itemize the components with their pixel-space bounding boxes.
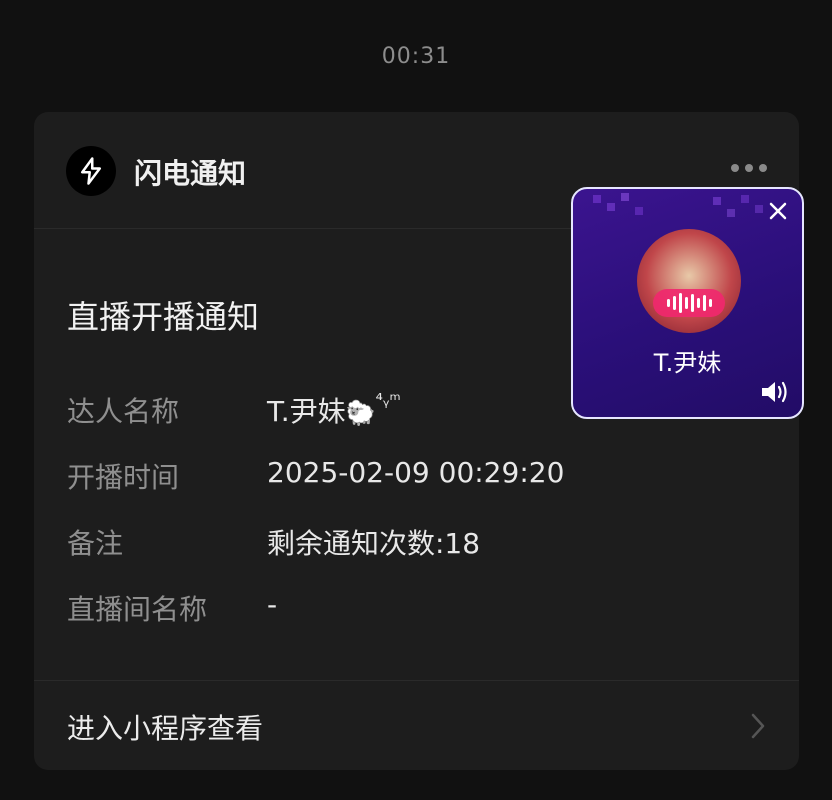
detail-label: 直播间名称	[67, 593, 208, 626]
lightning-icon	[66, 146, 116, 196]
streamer-name-tail: ⁴ᵧᵐ	[375, 390, 401, 411]
detail-value: T.尹妹🐑⁴ᵧᵐ	[267, 390, 401, 430]
speaker-icon[interactable]	[760, 379, 790, 405]
detail-value: 2025-02-09 00:29:20	[267, 456, 565, 489]
live-audio-wave-icon	[653, 289, 725, 317]
player-streamer-name: T.尹妹	[653, 349, 722, 377]
status-time: 00:31	[381, 44, 451, 69]
detail-label: 开播时间	[67, 461, 180, 494]
sheep-emoji: 🐑	[345, 399, 376, 427]
notification-title: 直播开播通知	[67, 298, 260, 336]
footer-label: 进入小程序查看	[67, 712, 264, 745]
streamer-name: T.尹妹	[267, 395, 346, 428]
floating-live-player[interactable]: T.尹妹	[571, 187, 804, 419]
detail-value: 剩余通知次数:18	[267, 527, 481, 560]
avatar	[637, 229, 741, 333]
open-mini-program-button[interactable]: 进入小程序查看	[34, 680, 799, 770]
chevron-right-icon	[751, 713, 765, 739]
close-icon[interactable]	[768, 201, 788, 221]
detail-label: 备注	[67, 527, 124, 560]
detail-value: -	[267, 588, 278, 621]
app-name: 闪电通知	[134, 157, 247, 190]
detail-label: 达人名称	[67, 395, 180, 428]
more-options-icon[interactable]	[731, 164, 767, 172]
